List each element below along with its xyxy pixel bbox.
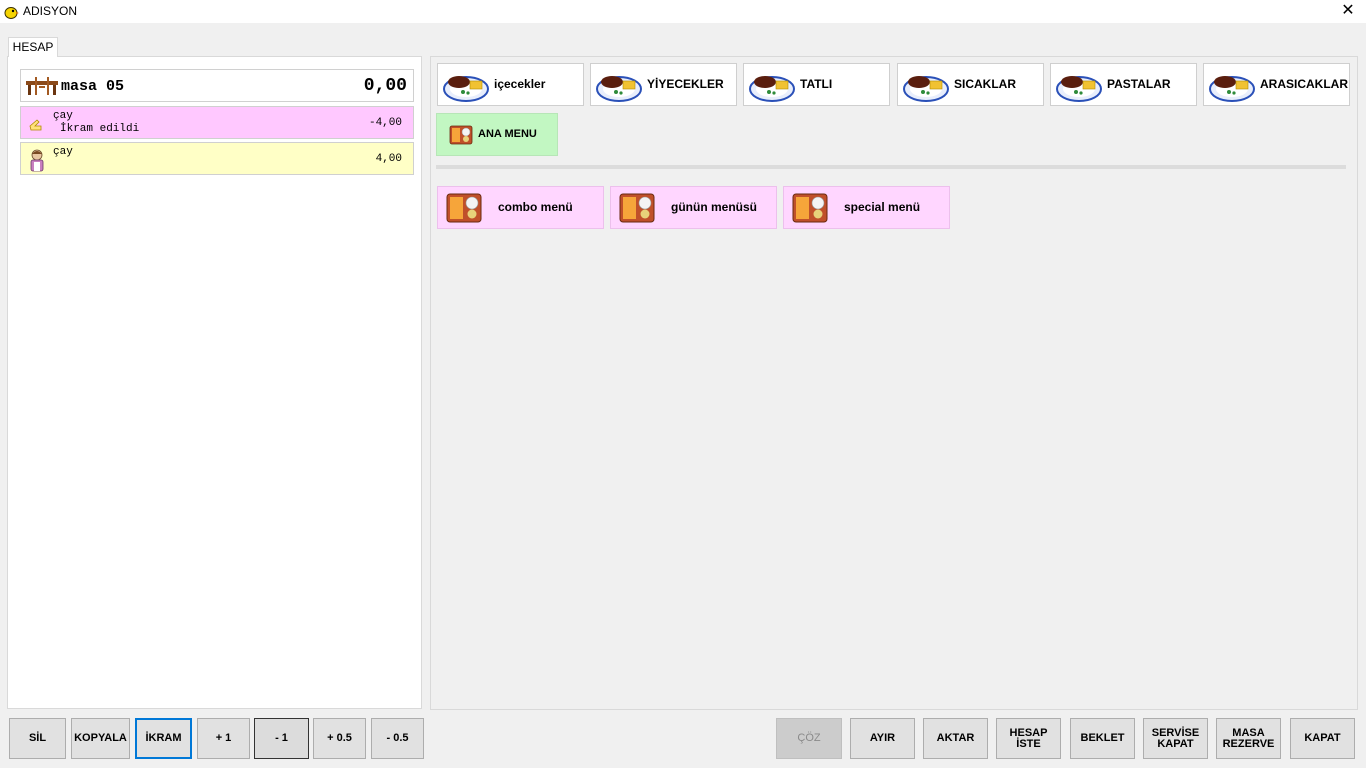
dining-table-icon [26,77,58,95]
delete-button[interactable]: SİL [9,718,66,759]
category-button-sicaklar[interactable]: SICAKLAR [897,63,1044,106]
ikram-button[interactable]: İKRAM [135,718,192,759]
transfer-button[interactable]: AKTAR [923,718,988,759]
menu-button-gunun-menusu[interactable]: günün menüsü [610,186,777,229]
menu-button-combo[interactable]: combo menü [437,186,604,229]
food-plate-icon [596,76,642,102]
reserve-table-label-line1: MASA [1232,726,1265,739]
table-name: masa 05 [61,78,125,95]
close-icon[interactable]: ✕ [1340,2,1356,20]
order-item-name: çay [53,146,73,158]
tab-hesap[interactable]: HESAP [8,37,58,57]
window-title: ADISYON [23,4,78,18]
category-label: ARASICAKLAR [1260,77,1348,91]
request-bill-label-line1: HESAP [1009,726,1048,739]
table-header: masa 05 0,00 [20,69,414,102]
category-button-arasicaklar[interactable]: ARASICAKLAR [1203,63,1350,106]
food-tray-icon [446,193,482,223]
order-item[interactable]: çay 4,00 [20,142,414,175]
coz-button[interactable]: ÇÖZ [776,718,842,759]
menu-button-special[interactable]: special menü [783,186,950,229]
section-divider [436,165,1346,169]
food-plate-icon [443,76,489,102]
plus-half-button[interactable]: + 0.5 [313,718,366,759]
hold-button[interactable]: BEKLET [1070,718,1135,759]
reserve-table-button[interactable]: MASA REZERVE [1216,718,1281,759]
category-button-icecekler[interactable]: içecekler [437,63,584,106]
table-total: 0,00 [363,76,407,96]
minus-one-button[interactable]: - 1 [254,718,309,759]
ana-menu-label: ANA MENU [478,128,537,140]
category-label: SICAKLAR [954,77,1016,91]
category-label: PASTALAR [1107,77,1171,91]
request-bill-button[interactable]: HESAP İSTE [996,718,1061,759]
close-service-label-line2: KAPAT [1157,737,1194,750]
chick-icon [4,7,19,19]
menu-label: günün menüsü [671,200,757,214]
food-plate-icon [903,76,949,102]
split-button[interactable]: AYIR [850,718,915,759]
ana-menu-button[interactable]: ANA MENU [436,113,558,156]
menu-label: special menü [844,200,921,214]
category-label: içecekler [494,77,546,91]
title-bar: ADISYON ✕ [0,0,1366,23]
menu-label: combo menü [498,200,573,214]
category-button-pastalar[interactable]: PASTALAR [1050,63,1197,106]
order-panel: masa 05 0,00 çay İkram edildi -4,00 çay … [7,56,422,709]
close-service-button[interactable]: SERVİSE KAPAT [1143,718,1208,759]
food-tray-icon [449,125,473,145]
close-service-label-line1: SERVİSE [1151,726,1200,739]
order-item-price: -4,00 [368,117,402,129]
category-button-tatli[interactable]: TATLI [743,63,890,106]
order-item[interactable]: çay İkram edildi -4,00 [20,106,414,139]
request-bill-label-line2: İSTE [1016,737,1041,750]
category-label: TATLI [800,77,833,91]
order-item-note: İkram edildi [60,123,140,135]
food-tray-icon [619,193,655,223]
waiter-icon [30,149,44,172]
copy-button[interactable]: KOPYALA [71,718,130,759]
minus-half-button[interactable]: - 0.5 [371,718,424,759]
category-button-yiyecekler[interactable]: YİYECEKLER [590,63,737,106]
food-plate-icon [1056,76,1102,102]
category-label: YİYECEKLER [647,77,724,91]
menu-panel [430,56,1358,710]
order-item-name: çay [53,110,73,122]
gift-hand-icon [29,119,42,131]
food-plate-icon [1209,76,1255,102]
order-item-price: 4,00 [375,153,402,165]
close-button[interactable]: KAPAT [1290,718,1355,759]
food-plate-icon [749,76,795,102]
plus-one-button[interactable]: + 1 [197,718,250,759]
reserve-table-label-line2: REZERVE [1222,737,1275,750]
food-tray-icon [792,193,828,223]
